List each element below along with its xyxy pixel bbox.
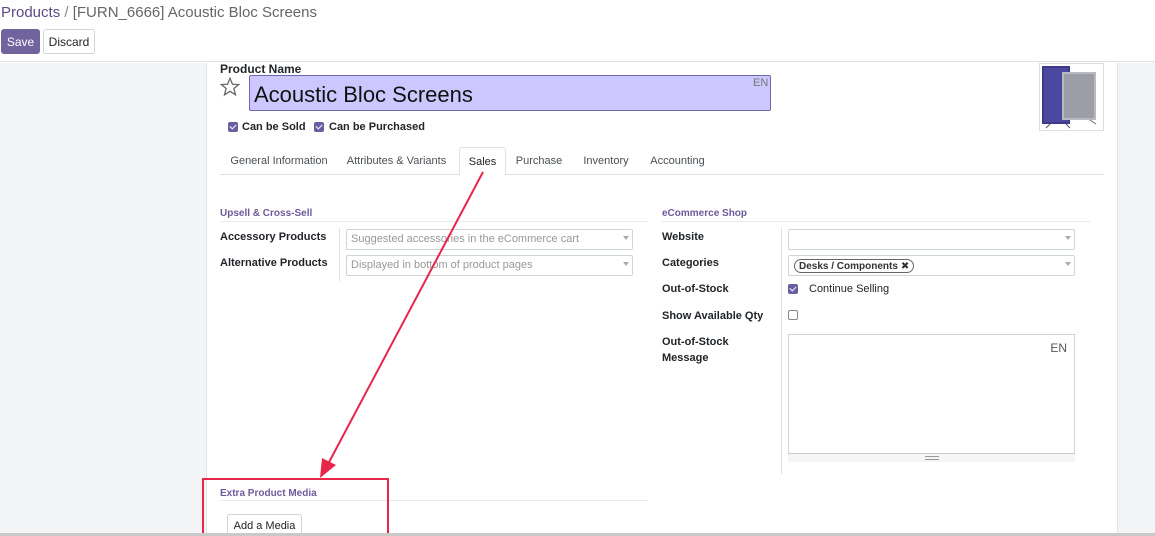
resize-grip-icon [924,456,939,460]
tab-accounting[interactable]: Accounting [644,147,711,175]
ecommerce-group-title: eCommerce Shop [662,208,748,219]
category-tag: Desks / Components ✖ [794,259,915,273]
continue-selling-label: Continue Selling [809,283,890,295]
textarea-resize-handle[interactable] [788,453,1075,462]
product-name-input[interactable]: Acoustic Bloc Screens [249,75,771,111]
tab-inventory[interactable]: Inventory [575,147,637,175]
tab-attributes-variants[interactable]: Attributes & Variants [341,147,452,175]
ecommerce-label-separator [781,228,782,474]
ecommerce-group-divider [662,221,1090,222]
continue-selling-checkbox[interactable] [788,284,798,294]
oos-message-label-line2: Message [662,352,709,364]
alternative-products-placeholder: Displayed in bottom of product pages [351,259,533,271]
breadcrumb-products-link[interactable]: Products [1,4,60,21]
out-of-stock-label: Out-of-Stock [662,283,729,295]
product-image[interactable] [1039,63,1104,131]
categories-label: Categories [662,257,719,269]
can-be-purchased-checkbox[interactable] [314,122,324,132]
control-panel: Products / [FURN_6666] Acoustic Bloc Scr… [0,0,1155,62]
can-be-sold-label: Can be Sold [242,121,306,133]
upsell-group-divider [220,221,648,222]
annotation-highlight-box [202,478,389,536]
chevron-down-icon [623,262,629,266]
form-sheet [206,63,1118,536]
breadcrumb-current: [FURN_6666] Acoustic Bloc Screens [72,4,317,21]
accessory-products-select[interactable]: Suggested accessories in the eCommerce c… [346,229,633,250]
oos-message-textarea[interactable]: EN [788,334,1075,462]
alternative-products-label: Alternative Products [220,257,328,269]
tab-purchase[interactable]: Purchase [509,147,569,175]
remove-tag-icon[interactable]: ✖ [901,261,909,272]
accessory-products-placeholder: Suggested accessories in the eCommerce c… [351,233,580,245]
show-available-qty-label: Show Available Qty [662,310,764,322]
category-tag-label: Desks / Components [799,260,898,272]
website-select[interactable] [788,229,1075,250]
notebook-tabs: General Information Attributes & Variant… [220,147,1104,176]
chevron-down-icon [1065,262,1071,266]
save-button[interactable]: Save [1,29,40,54]
upsell-group-title: Upsell & Cross-Sell [220,208,313,219]
upsell-label-separator [339,228,340,281]
accessory-products-label: Accessory Products [220,231,327,243]
chevron-down-icon [1065,236,1071,240]
breadcrumb-separator: / [64,4,69,21]
oos-message-label-line1: Out-of-Stock [662,336,729,348]
tab-sales[interactable]: Sales [459,147,506,176]
can-be-sold-checkbox[interactable] [228,122,238,132]
product-name-label: Product Name [220,62,302,76]
website-label: Website [662,231,704,243]
oos-message-language-button[interactable]: EN [1050,341,1067,355]
can-be-purchased-label: Can be Purchased [329,121,425,133]
acoustic-screen-image [1042,66,1097,129]
tab-general-information[interactable]: General Information [220,147,338,175]
categories-select[interactable]: Desks / Components ✖ [788,255,1075,276]
show-available-qty-checkbox[interactable] [788,310,798,320]
discard-button[interactable]: Discard [43,29,95,54]
alternative-products-select[interactable]: Displayed in bottom of product pages [346,255,633,276]
breadcrumb: Products / [FURN_6666] Acoustic Bloc Scr… [1,4,317,21]
name-language-button[interactable]: EN [753,77,768,89]
favorite-star-icon[interactable] [219,76,241,98]
chevron-down-icon [623,236,629,240]
